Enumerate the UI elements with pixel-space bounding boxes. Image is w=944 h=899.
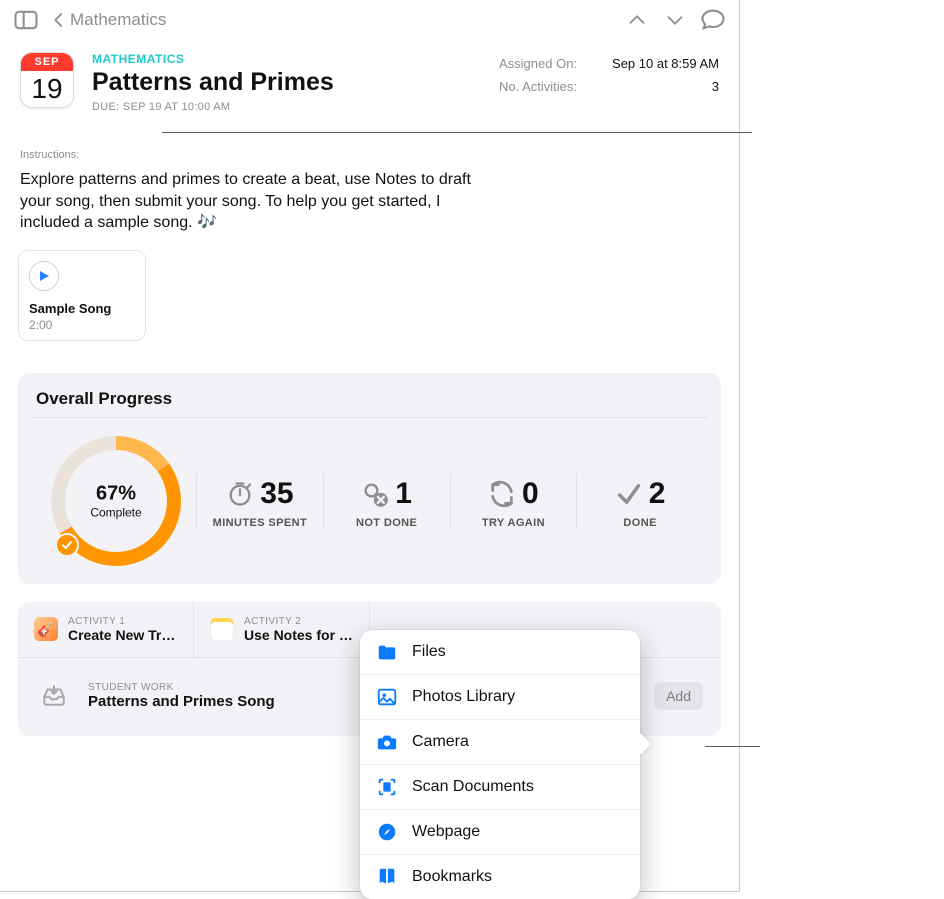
student-work-eyebrow: STUDENT WORK bbox=[88, 682, 275, 693]
activity-2[interactable]: ACTIVITY 2 Use Notes for 3… bbox=[194, 602, 370, 657]
safari-icon bbox=[376, 821, 398, 843]
photos-icon bbox=[376, 686, 398, 708]
scan-icon bbox=[376, 776, 398, 798]
callout-line bbox=[162, 132, 752, 133]
sidebar-icon[interactable] bbox=[12, 6, 40, 34]
attachment-sample-song[interactable]: Sample Song 2:00 bbox=[18, 250, 146, 341]
popover-item-scan[interactable]: Scan Documents bbox=[360, 764, 640, 809]
instructions-label: Instructions: bbox=[20, 149, 719, 161]
overall-progress-panel: Overall Progress 67% Complete 35 bbox=[18, 373, 721, 584]
stat-minutes-spent: 35 MINUTES SPENT bbox=[196, 473, 323, 529]
activity-1-eyebrow: ACTIVITY 1 bbox=[68, 616, 177, 627]
notes-icon bbox=[210, 617, 234, 641]
activity-1-title: Create New Tra… bbox=[68, 627, 177, 643]
comment-button[interactable] bbox=[699, 6, 727, 34]
due-date-tile: SEP 19 bbox=[20, 52, 74, 108]
comment-icon bbox=[699, 6, 727, 34]
progress-percent: 67% bbox=[90, 482, 141, 505]
subject-label: MATHEMATICS bbox=[92, 52, 481, 66]
back-button[interactable]: Mathematics bbox=[50, 10, 166, 30]
popover-item-photos[interactable]: Photos Library bbox=[360, 674, 640, 719]
popover-item-camera[interactable]: Camera bbox=[360, 719, 640, 764]
activity-2-eyebrow: ACTIVITY 2 bbox=[244, 616, 353, 627]
add-button[interactable]: Add bbox=[654, 682, 703, 710]
bookmarks-icon bbox=[376, 866, 398, 888]
assigned-on-label: Assigned On: bbox=[499, 56, 577, 71]
progress-donut: 67% Complete bbox=[36, 436, 196, 566]
top-toolbar: Mathematics bbox=[0, 0, 739, 40]
instructions-body: Explore patterns and primes to create a … bbox=[20, 169, 500, 234]
activity-2-title: Use Notes for 3… bbox=[244, 627, 353, 643]
stat-not-done: 1 NOT DONE bbox=[323, 473, 450, 529]
check-icon bbox=[615, 480, 643, 508]
popover-item-webpage[interactable]: Webpage bbox=[360, 809, 640, 854]
not-done-icon bbox=[361, 480, 389, 508]
due-text: DUE: SEP 19 AT 10:00 AM bbox=[92, 101, 481, 113]
popover-item-bookmarks[interactable]: Bookmarks bbox=[360, 854, 640, 899]
attachments: Sample Song 2:00 bbox=[0, 234, 739, 357]
play-icon bbox=[29, 261, 59, 291]
files-icon bbox=[376, 641, 398, 663]
callout-line bbox=[705, 746, 760, 747]
popover-item-files[interactable]: Files bbox=[360, 630, 640, 674]
attachment-name: Sample Song bbox=[29, 301, 135, 316]
student-work-title: Patterns and Primes Song bbox=[88, 693, 275, 710]
clock-icon bbox=[226, 480, 254, 508]
inbox-icon bbox=[36, 678, 72, 714]
assignment-meta: Assigned On: Sep 10 at 8:59 AM No. Activ… bbox=[499, 52, 719, 113]
back-label: Mathematics bbox=[70, 10, 166, 30]
progress-title: Overall Progress bbox=[36, 389, 703, 409]
attachment-duration: 2:00 bbox=[29, 318, 135, 332]
calendar-month: SEP bbox=[21, 53, 73, 71]
calendar-day: 19 bbox=[21, 71, 73, 107]
chevron-down-icon bbox=[664, 9, 686, 31]
down-button[interactable] bbox=[661, 6, 689, 34]
garageband-icon: 🎸 bbox=[34, 617, 58, 641]
progress-check-icon bbox=[55, 533, 79, 557]
stat-done: 2 DONE bbox=[576, 473, 703, 529]
activity-1[interactable]: 🎸 ACTIVITY 1 Create New Tra… bbox=[18, 602, 194, 657]
progress-percent-label: Complete bbox=[90, 505, 141, 519]
chevron-left-icon bbox=[50, 11, 68, 29]
up-button[interactable] bbox=[623, 6, 651, 34]
num-activities-value: 3 bbox=[712, 79, 719, 94]
retry-icon bbox=[488, 480, 516, 508]
camera-icon bbox=[376, 731, 398, 753]
assignment-title: Patterns and Primes bbox=[92, 68, 481, 97]
assignment-header: SEP 19 MATHEMATICS Patterns and Primes D… bbox=[0, 40, 739, 113]
assigned-on-value: Sep 10 at 8:59 AM bbox=[612, 56, 719, 71]
num-activities-label: No. Activities: bbox=[499, 79, 577, 94]
add-popover: Files Photos Library Camera Scan Documen… bbox=[360, 630, 640, 899]
chevron-up-icon bbox=[626, 9, 648, 31]
stat-try-again: 0 TRY AGAIN bbox=[450, 473, 577, 529]
